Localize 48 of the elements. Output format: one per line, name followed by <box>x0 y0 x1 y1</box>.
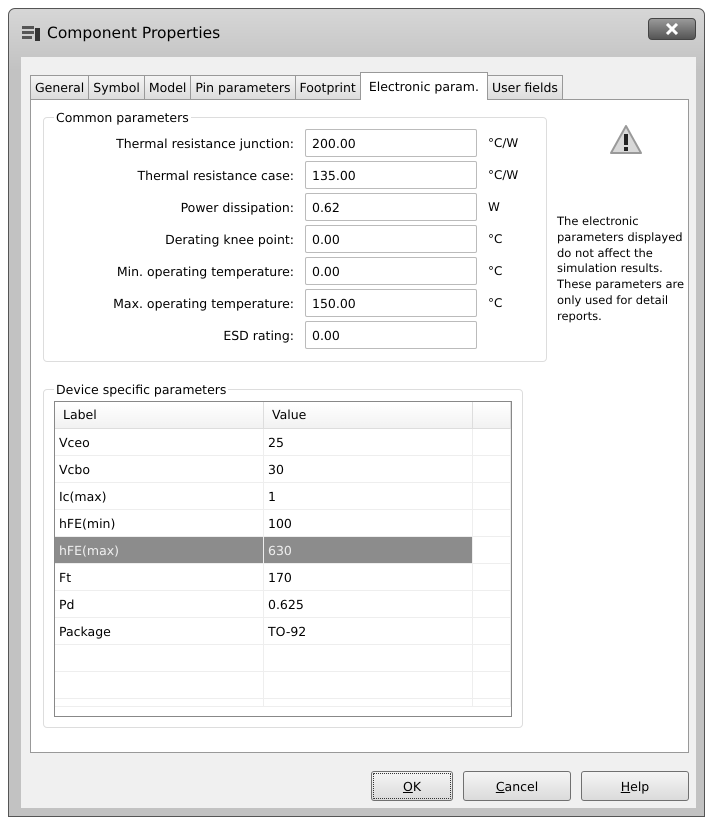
group-title: Device specific parameters <box>55 382 228 397</box>
table-cell[interactable]: Pd <box>55 591 264 618</box>
input-field[interactable]: 0.00 <box>305 225 477 253</box>
field-label: Min. operating temperature: <box>116 264 294 278</box>
input-field[interactable]: 0.00 <box>305 257 477 285</box>
unit-label: °C/W <box>488 168 520 182</box>
tab[interactable]: Footprint <box>294 75 361 99</box>
window-title: Component Properties <box>47 24 222 42</box>
field-label: Thermal resistance junction: <box>115 136 294 150</box>
input-field[interactable]: 135.00 <box>305 161 477 189</box>
unit-label: °C/W <box>488 136 520 150</box>
notice-text: The electronic parameters displayed do not affect the simulation results. These parameters are only used for detail reports. <box>557 214 686 325</box>
table-cell[interactable]: 170 <box>264 564 473 591</box>
input-field[interactable]: 200.00 <box>305 129 477 157</box>
field-label: Max. operating temperature: <box>112 296 294 310</box>
input-field[interactable]: 0.62 <box>305 193 477 221</box>
table-cell[interactable]: Ic(max) <box>55 483 264 510</box>
field-label: Derating knee point: <box>164 232 294 246</box>
field-label: ESD rating: <box>222 328 294 342</box>
input-field[interactable]: 0.00 <box>305 321 477 349</box>
table-cell[interactable]: 30 <box>264 456 473 483</box>
dialog-button[interactable]: OK <box>371 771 453 801</box>
column-header[interactable]: Value <box>264 402 473 429</box>
table-cell[interactable]: Ft <box>55 564 264 591</box>
group-title: Common parameters <box>55 110 190 125</box>
table-cell[interactable]: 0.625 <box>264 591 473 618</box>
unit-label: °C <box>488 264 504 278</box>
tab[interactable]: Symbol <box>88 75 145 99</box>
table-cell[interactable]: Vcbo <box>55 456 264 483</box>
tab[interactable]: Electronic param. <box>360 72 488 100</box>
table-cell[interactable]: 25 <box>264 429 473 456</box>
tab[interactable]: Pin parameters <box>190 75 296 99</box>
tab[interactable]: General <box>30 75 90 99</box>
table-cell[interactable]: 1 <box>264 483 473 510</box>
dialog-button[interactable]: Help <box>581 771 689 801</box>
table-cell[interactable]: Package <box>55 618 264 645</box>
field-label: Thermal resistance case: <box>136 168 294 182</box>
table-cell[interactable]: Vceo <box>55 429 264 456</box>
unit-label: °C <box>488 232 504 246</box>
tab[interactable]: User fields <box>486 75 563 99</box>
unit-label: W <box>488 200 501 214</box>
unit-label: °C <box>488 296 504 310</box>
input-field[interactable]: 150.00 <box>305 289 477 317</box>
table-cell[interactable]: TO-92 <box>264 618 473 645</box>
field-label: Power dissipation: <box>180 200 294 214</box>
column-header[interactable]: Label <box>55 402 264 429</box>
tab[interactable]: Model <box>144 75 192 99</box>
dialog-button[interactable]: Cancel <box>463 771 571 801</box>
